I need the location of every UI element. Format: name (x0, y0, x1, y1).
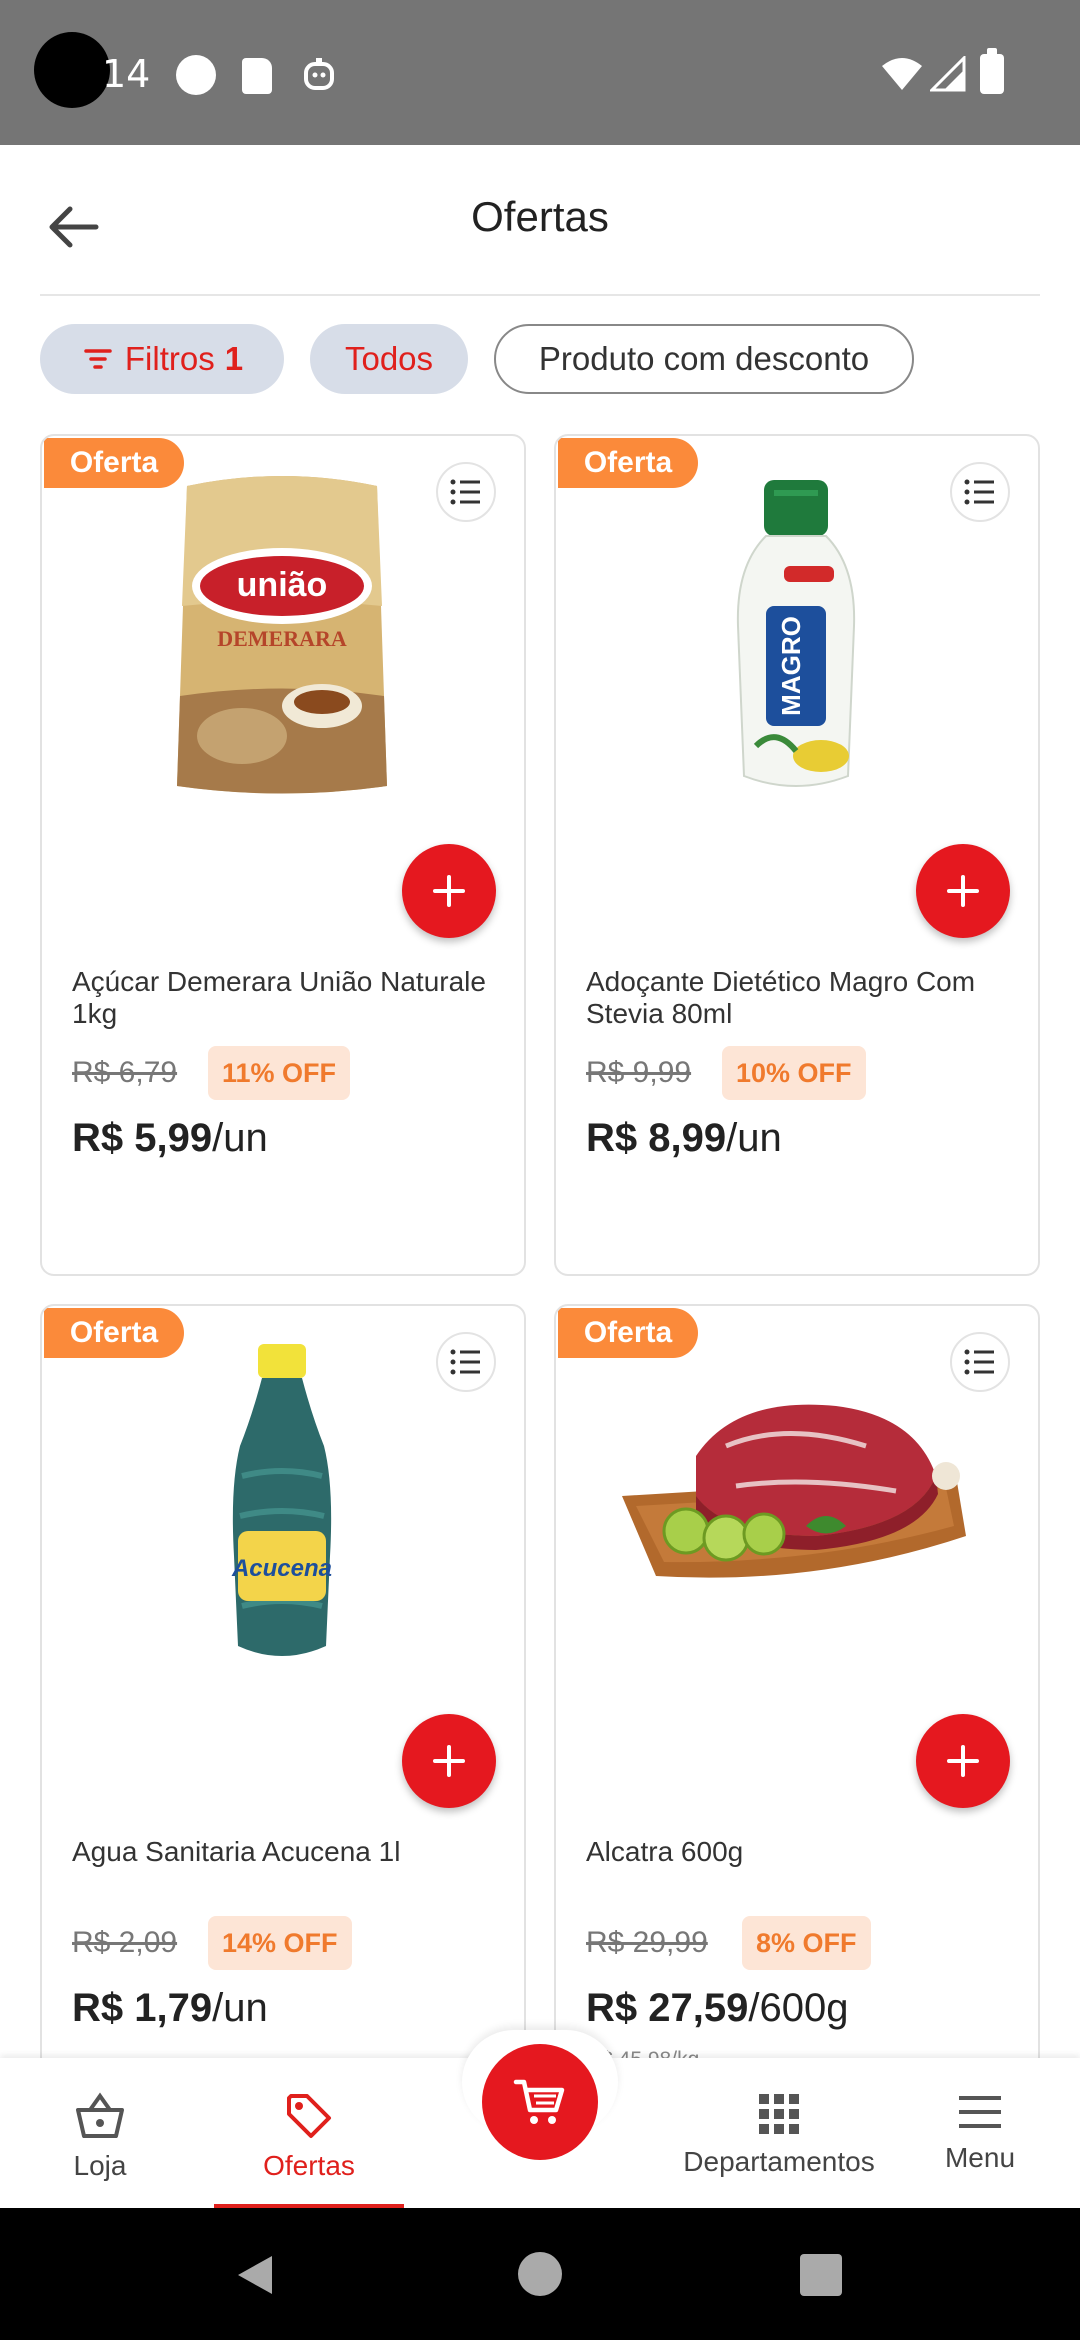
price-unit: /un (212, 1986, 268, 2030)
plus-icon (433, 875, 465, 907)
notification-dot-icon (176, 55, 216, 95)
price-line: R$ 1,79/un (72, 1986, 268, 2031)
svg-text:DEMERARA: DEMERARA (217, 626, 347, 651)
nav-menu-label: Menu (944, 2142, 1016, 2173)
wifi-icon (882, 58, 922, 90)
product-image-sugar-bag: união DEMERARA (177, 476, 387, 794)
nav-departamentos-label: Departamentos (683, 2146, 875, 2177)
product-name: Açúcar Demerara União Naturale 1kg (72, 966, 486, 1029)
price-unit: /600g (748, 1986, 849, 2030)
product-name: Adoçante Dietético Magro Com Stevia 80ml (586, 966, 976, 1029)
battery-icon (980, 48, 1004, 94)
current-price: R$ 1,79 (72, 1986, 213, 2030)
add-to-cart-button[interactable] (916, 1714, 1010, 1808)
filters-count: 1 (224, 340, 244, 377)
add-to-cart-button[interactable] (402, 844, 496, 938)
plus-icon (947, 875, 979, 907)
discount-products-chip[interactable]: Produto com desconto (494, 324, 914, 394)
shopping-cart-icon (513, 2079, 565, 2124)
old-price: R$ 6,79 (72, 1056, 178, 1089)
product-image-bleach-bottle: Acucena (231, 1344, 332, 1656)
product-card[interactable]: Oferta MAGRO Adoçante Dietético Magro Co… (554, 434, 1040, 1276)
cart-button[interactable] (482, 2044, 598, 2160)
nav-loja[interactable]: Loja (40, 2058, 160, 2208)
discount-badge: 14% OFF (208, 1916, 352, 1970)
tag-icon (287, 2094, 331, 2138)
system-back-icon[interactable] (234, 2252, 276, 2298)
product-card[interactable]: Oferta união DEMERARA Açúcar Demerara Un… (40, 434, 526, 1276)
old-price: R$ 9,99 (586, 1056, 692, 1089)
old-price: R$ 2,09 (72, 1926, 178, 1959)
system-home-icon[interactable] (518, 2252, 562, 2296)
filter-icon (84, 349, 112, 369)
todos-chip-label: Todos (344, 340, 434, 377)
product-card[interactable]: Oferta Acucena Agua Sanitaria Acucena 1l… (40, 1304, 526, 2146)
product-image-sweetener-bottle: MAGRO (736, 480, 856, 787)
nav-menu[interactable]: Menu (930, 2058, 1030, 2208)
product-card[interactable]: Oferta Alcatra 600g R$ 29,99 8% OFF R$ 2… (554, 1304, 1040, 2146)
basket-icon (76, 2092, 124, 2138)
price-line: R$ 27,59/600g (586, 1986, 848, 2031)
discount-badge: 8% OFF (742, 1916, 871, 1970)
filters-chip-label: Filtros (124, 340, 215, 377)
status-time: 14 (102, 52, 151, 96)
price-unit: /un (212, 1116, 268, 1160)
svg-text:união: união (237, 566, 328, 604)
price-line: R$ 8,99/un (586, 1116, 782, 1161)
product-name: Alcatra 600g (586, 1836, 744, 1867)
discount-badge: 11% OFF (208, 1046, 351, 1100)
sd-card-icon (242, 58, 272, 94)
product-name: Agua Sanitaria Acucena 1l (72, 1836, 401, 1867)
price-unit: /un (726, 1116, 782, 1160)
plus-icon (947, 1745, 979, 1777)
current-price: R$ 27,59 (586, 1986, 749, 2030)
hamburger-icon (959, 2096, 1001, 2128)
header-divider (40, 294, 1040, 296)
todos-chip[interactable]: Todos (310, 324, 468, 394)
nav-departamentos[interactable]: Departamentos (674, 2058, 884, 2208)
filters-chip[interactable]: Filtros 1 (40, 324, 284, 394)
plus-icon (433, 1745, 465, 1777)
add-to-cart-button[interactable] (402, 1714, 496, 1808)
current-price: R$ 8,99 (586, 1116, 727, 1160)
nav-ofertas[interactable]: Ofertas (214, 2058, 404, 2208)
signal-icon (930, 56, 966, 92)
system-navigation-bar (0, 2208, 1080, 2340)
add-to-cart-button[interactable] (916, 844, 1010, 938)
status-bar: 14 (0, 0, 1080, 145)
svg-text:MAGRO: MAGRO (776, 616, 806, 716)
camera-cutout (34, 32, 110, 108)
svg-text:Acucena: Acucena (231, 1555, 332, 1582)
nav-ofertas-label: Ofertas (263, 2150, 355, 2181)
page-title: Ofertas (471, 193, 609, 240)
product-image-beef-on-board (622, 1404, 966, 1578)
old-price: R$ 29,99 (586, 1926, 708, 1959)
system-recents-icon[interactable] (800, 2254, 842, 2296)
discount-chip-label: Produto com desconto (538, 340, 870, 377)
app-header: Ofertas (0, 145, 1080, 295)
current-price: R$ 5,99 (72, 1116, 213, 1160)
grid-icon (759, 2094, 799, 2134)
assistant-icon (304, 58, 334, 90)
nav-loja-label: Loja (73, 2150, 127, 2181)
price-line: R$ 5,99/un (72, 1116, 268, 1161)
discount-badge: 10% OFF (722, 1046, 866, 1100)
